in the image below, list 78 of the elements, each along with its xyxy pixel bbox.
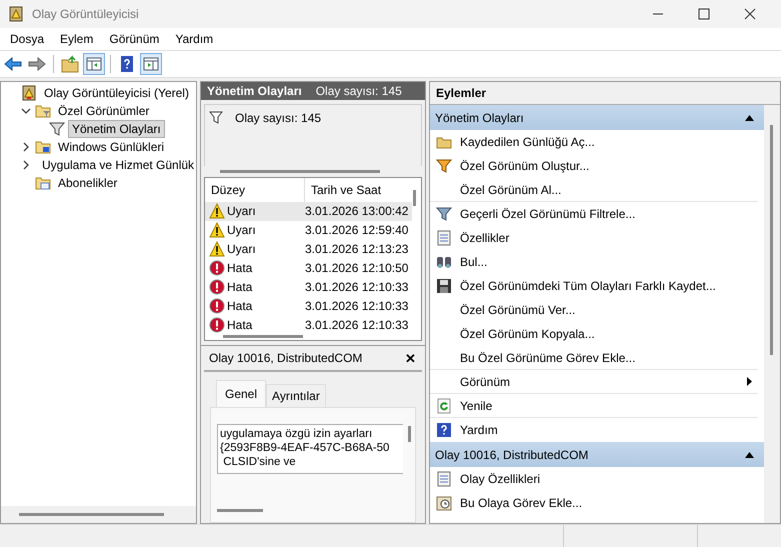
menu-item[interactable]: Görünüm — [101, 30, 168, 48]
date-cell: 3.01.2026 12:10:33 — [305, 318, 408, 332]
binoculars-icon — [436, 254, 452, 270]
properties-icon — [436, 471, 452, 487]
column-header[interactable]: Tarih ve Saat — [305, 178, 415, 202]
collapse-chevron-icon[interactable] — [21, 106, 31, 116]
event-row[interactable]: Hata 3.01.2026 12:10:33 — [205, 278, 412, 297]
level-text: Hata — [227, 318, 252, 332]
refresh-icon — [436, 398, 452, 414]
date-cell: 3.01.2026 12:59:40 — [305, 223, 408, 238]
help-icon — [436, 422, 452, 438]
tree-item[interactable]: Abonelikler — [54, 174, 122, 192]
event-row[interactable]: Hata 3.01.2026 12:10:33 — [205, 316, 412, 335]
date-cell: 3.01.2026 12:13:23 — [305, 242, 408, 256]
detail-title: Olay 10016, DistributedCOM — [209, 351, 362, 366]
event-row[interactable]: Uyarı 3.01.2026 12:13:23 — [205, 240, 412, 259]
event-count: Olay sayısı: 145 — [316, 84, 402, 98]
error-icon — [209, 298, 225, 314]
tree-item[interactable]: Özel Görünümler — [54, 102, 154, 120]
close-button[interactable]: ✕ — [403, 350, 418, 366]
error-icon — [209, 279, 225, 296]
tree-item[interactable]: Yönetim Olayları — [68, 120, 165, 138]
expand-chevron-icon[interactable] — [21, 160, 31, 170]
app-logo-icon — [8, 6, 24, 22]
clock-task-icon — [436, 495, 452, 511]
section-header[interactable]: Olay 10016, DistributedCOM — [430, 442, 764, 467]
event-row[interactable]: Uyarı 3.01.2026 13:00:42 — [205, 202, 412, 221]
tab[interactable]: Ayrıntılar — [266, 384, 326, 408]
expand-chevron-icon[interactable] — [21, 142, 31, 152]
warning-icon — [209, 241, 225, 258]
folder-icon — [35, 139, 51, 155]
submenu-arrow-icon — [747, 377, 752, 386]
error-icon — [209, 317, 225, 334]
event-row[interactable]: Hata 3.01.2026 12:10:50 — [205, 258, 412, 278]
warning-icon — [209, 203, 225, 220]
level-text: Uyarı — [227, 223, 256, 238]
level-text: Hata — [227, 280, 252, 294]
actions-title: Eylemler — [430, 82, 780, 105]
level-text: Hata — [227, 299, 252, 314]
menu-item[interactable]: Yardım — [167, 30, 222, 48]
funnel-icon — [209, 110, 223, 125]
level-text: Uyarı — [227, 204, 256, 218]
funnel-icon — [436, 158, 452, 174]
filter-count: Olay sayısı: 145 — [235, 110, 322, 125]
error-icon — [209, 260, 225, 276]
tab[interactable]: Genel — [216, 380, 266, 408]
date-cell: 3.01.2026 12:10:33 — [305, 299, 408, 314]
funnel-icon — [49, 121, 65, 137]
menu-item[interactable]: Eylem — [52, 30, 102, 48]
level-text: Hata — [227, 261, 252, 276]
tree-item[interactable]: Windows Günlükleri — [54, 138, 168, 156]
level-text: Uyarı — [227, 242, 256, 256]
back-icon[interactable] — [3, 54, 23, 74]
warning-icon — [209, 222, 225, 238]
event-description: uygulamaya özgü izin ayarları {2593F8B9-4EAF-457C-B68A-50 CLSID'sine ve — [217, 424, 404, 474]
date-cell: 3.01.2026 13:00:42 — [305, 204, 408, 218]
forward-icon[interactable] — [27, 54, 47, 74]
properties-icon — [436, 230, 452, 246]
save-icon — [436, 278, 452, 294]
pane-title: Yönetim Olayları — [207, 84, 302, 98]
panel-toggle-icon[interactable] — [141, 54, 161, 74]
menu-item[interactable]: Dosya — [2, 30, 52, 48]
collapse-arrow-icon — [745, 452, 754, 458]
funnel-icon — [436, 206, 452, 222]
section-header[interactable]: Yönetim Olayları — [430, 105, 764, 130]
date-cell: 3.01.2026 12:10:50 — [305, 261, 408, 276]
window-title: Olay Görüntüleyicisi — [32, 7, 140, 21]
tree-item[interactable]: Uygulama ve Hizmet Günlük — [38, 156, 198, 174]
event-row[interactable]: Uyarı 3.01.2026 12:59:40 — [205, 220, 412, 240]
folder-up-icon[interactable] — [60, 54, 80, 74]
folder-icon — [35, 175, 51, 191]
folder-icon — [35, 103, 51, 119]
tree-item[interactable]: Olay Görüntüleyicisi (Yerel) — [40, 84, 193, 102]
log-book-icon — [21, 85, 37, 101]
date-cell: 3.01.2026 12:10:33 — [305, 280, 408, 294]
collapse-arrow-icon — [745, 114, 754, 120]
panel-toggle-icon[interactable] — [84, 54, 104, 74]
event-row[interactable]: Hata 3.01.2026 12:10:33 — [205, 296, 412, 316]
